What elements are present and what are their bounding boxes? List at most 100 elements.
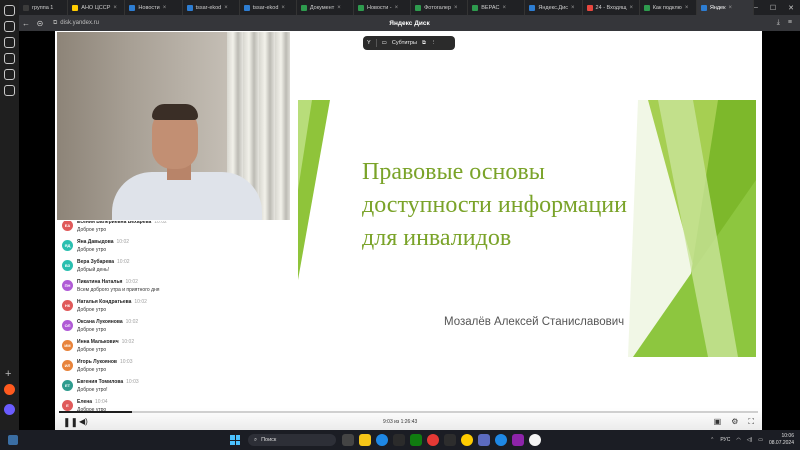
chat-time: 10:02 — [121, 339, 135, 345]
avatar: ПН — [62, 280, 73, 291]
fullscreen-icon[interactable]: ⛶ — [748, 417, 754, 427]
app-icon[interactable] — [478, 434, 490, 446]
tab-close-icon[interactable]: × — [224, 5, 228, 11]
store-icon[interactable] — [393, 434, 405, 446]
page-title: Яндекс Диск — [389, 19, 430, 27]
tab-label: ВЕРАС — [481, 4, 500, 11]
tab-close-icon[interactable]: × — [502, 5, 506, 11]
avatar: ЕА — [62, 221, 73, 231]
browser-tab[interactable]: АНО ЦССР × — [68, 0, 126, 15]
browser-tab[interactable]: 24 - Входящ × — [583, 0, 640, 15]
tab-close-icon[interactable]: × — [630, 5, 634, 11]
chat-text: Доброе утро — [77, 347, 107, 353]
address-bar: ← ⊝ ⧉ disk.yandex.ru Яндекс Диск ⤓ ≡ — [19, 15, 800, 31]
sidebar-panel-icon[interactable] — [4, 5, 15, 16]
start-icon[interactable] — [230, 435, 240, 445]
tray-chevron-icon[interactable]: ⌃ — [710, 437, 714, 443]
avatar: ЯД — [62, 240, 73, 251]
slide-title-line-2: доступности информации — [362, 192, 627, 218]
forward-icon[interactable]: ⊝ — [33, 19, 47, 28]
widgets-icon[interactable] — [8, 435, 18, 445]
file-explorer-icon[interactable] — [359, 434, 371, 446]
chat-author: Евгения Томилова 10:03 — [77, 379, 139, 385]
opera-icon[interactable] — [427, 434, 439, 446]
chat-text: Доброе утро — [77, 307, 107, 313]
browser-tab[interactable]: ВЕРАС × — [468, 0, 526, 15]
subtitles-icon[interactable]: ▣ — [714, 417, 722, 427]
sidebar-tv-icon[interactable] — [4, 69, 15, 80]
browser-tab[interactable]: Яндек × — [696, 0, 754, 15]
browser-tab[interactable]: Новости - × — [354, 0, 412, 15]
browser-tab[interactable]: группа 1 — [19, 0, 69, 15]
sidebar-notes-icon[interactable] — [4, 85, 15, 96]
tab-close-icon[interactable]: × — [337, 5, 341, 11]
edge-icon[interactable] — [376, 434, 388, 446]
close-window-icon[interactable]: ✕ — [788, 4, 794, 12]
chat-author-name: Вера Зубарева — [77, 259, 115, 265]
yandex-browser-icon[interactable] — [529, 434, 541, 446]
browser-tab[interactable]: Документ × — [297, 0, 354, 15]
url-field[interactable]: ⧉ disk.yandex.ru — [53, 20, 99, 27]
tab-close-icon[interactable]: × — [571, 5, 575, 11]
chat-message: ИЛ Игорь Лукоянов 10:03 Доброе утро — [62, 358, 292, 378]
volume-icon[interactable]: ◀) — [79, 417, 88, 426]
battery-icon[interactable]: ▭ — [758, 437, 763, 443]
task-view-icon[interactable] — [342, 434, 354, 446]
maximize-icon[interactable]: ☐ — [770, 4, 776, 12]
chat-time: 10:04 — [95, 399, 108, 405]
back-icon[interactable]: ← — [19, 19, 33, 28]
chat-author-name: Оксана Лукоянова — [77, 319, 123, 325]
tab-close-icon[interactable]: × — [685, 5, 689, 11]
browser-tab[interactable]: Фотогалер × — [411, 0, 469, 15]
cc-icon[interactable]: ▭ — [382, 40, 387, 46]
add-icon[interactable]: + — [5, 369, 11, 380]
download-icon[interactable]: ⤓ — [777, 19, 780, 27]
chat-author-name: Инна Малькович — [77, 339, 119, 345]
browser-tab[interactable]: Новости × — [125, 0, 183, 15]
chat-author-name: Елена — [77, 399, 93, 405]
assistant-icon[interactable] — [4, 404, 15, 415]
language-indicator[interactable]: РУС — [720, 437, 730, 443]
sidebar-bookmarks-icon[interactable] — [4, 21, 15, 32]
tab-favicon-icon — [72, 4, 79, 11]
xbox-icon[interactable] — [410, 434, 422, 446]
browser-tab[interactable]: Яндекс.Дис × — [525, 0, 583, 15]
minimize-icon[interactable]: – — [754, 4, 758, 12]
messenger-icon[interactable] — [512, 434, 524, 446]
clock-date: 08.07.2024 — [768, 440, 794, 446]
chat-text: Доброе утро — [77, 327, 107, 333]
chat-message: ВЗ Вера Зубарева 10:02 Добрый день! — [62, 258, 292, 278]
speaker-icon[interactable]: ◁) — [747, 437, 753, 443]
browser-tab[interactable]: tssar-ekod × — [183, 0, 240, 15]
sidebar-collections-icon[interactable] — [4, 37, 15, 48]
tab-close-icon[interactable]: × — [729, 5, 733, 11]
progress-bar[interactable] — [59, 411, 758, 413]
slide-title-line-3: для инвалидов — [362, 225, 512, 251]
browser-tab[interactable]: tssar-ekod × — [240, 0, 297, 15]
taskbar-search[interactable]: ⌕ Поиск — [248, 434, 336, 446]
subtitles-button[interactable]: Субтитры — [392, 40, 417, 46]
settings-icon[interactable]: ⚙ — [731, 417, 738, 427]
wifi-icon[interactable]: ◠ — [736, 437, 740, 443]
video-player[interactable]: ЕА Есения Валериевна Бехарева 10:02 Доброе … — [55, 31, 762, 430]
more-icon[interactable]: ⋮ — [431, 40, 437, 46]
media-icon[interactable] — [444, 434, 456, 446]
chat-time: 10:03 — [119, 359, 133, 365]
alice-icon[interactable] — [4, 384, 15, 395]
menu-icon[interactable]: ≡ — [788, 19, 792, 27]
sidebar-history-icon[interactable] — [4, 53, 15, 64]
browser-tab[interactable]: Как подклю × — [640, 0, 697, 15]
chat-message: ЕА Есения Валериевна Бехарева 10:02 Доброе … — [62, 221, 292, 238]
tab-favicon-icon — [186, 4, 193, 11]
tab-close-icon[interactable]: × — [163, 5, 167, 11]
zoom-icon[interactable] — [495, 434, 507, 446]
tab-close-icon[interactable]: × — [113, 5, 117, 11]
tab-close-icon[interactable]: × — [281, 5, 285, 11]
pip-icon[interactable]: ⧉ — [422, 40, 426, 47]
tab-label: Новости — [138, 4, 160, 11]
pause-icon[interactable]: ❚❚ — [63, 417, 78, 428]
clock[interactable]: 10:06 08.07.2024 — [769, 433, 794, 447]
yandex-market-icon[interactable] — [461, 434, 473, 446]
tab-close-icon[interactable]: × — [454, 5, 458, 11]
tab-close-icon[interactable]: × — [395, 5, 399, 11]
